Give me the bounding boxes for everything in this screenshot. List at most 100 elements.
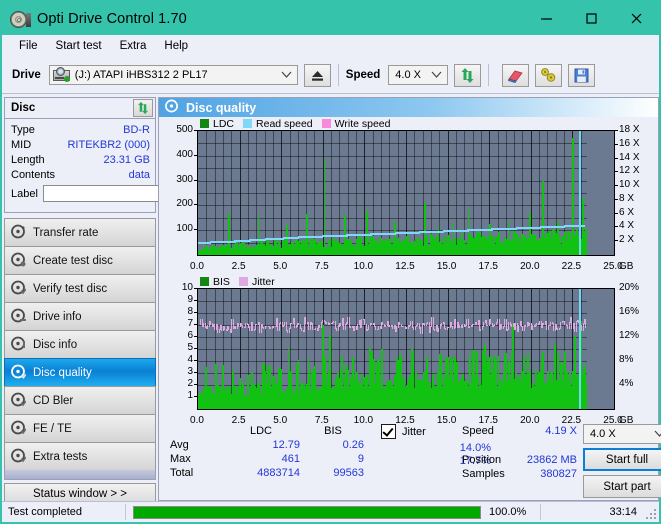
bis-spike (554, 344, 556, 409)
disc-label-key: Label (11, 187, 38, 200)
eject-button[interactable] (303, 63, 331, 87)
drive-icon (52, 67, 70, 82)
tick-mark (194, 396, 197, 397)
tools-button[interactable] (535, 63, 563, 87)
speed-stat-label: Speed (462, 425, 494, 437)
sidebar-item-disc-info[interactable]: Disc info (4, 330, 156, 358)
sidebar-item-create-test-disc[interactable]: Create test disc (4, 246, 156, 274)
toolbar: Drive (J:) ATAPI iHBS312 2 PL17 Speed 4.… (2, 57, 659, 94)
save-button[interactable] (568, 63, 596, 87)
bis-spike (369, 346, 371, 409)
disc-quality-icon (165, 99, 179, 116)
toolbar-separator-1 (337, 64, 339, 86)
maximize-button[interactable] (569, 2, 614, 35)
tick-mark (194, 204, 197, 206)
y-tick-right: 10 X (619, 179, 640, 191)
bis-spike (352, 359, 355, 409)
sidebar-item-extra-tests[interactable]: Extra tests (4, 442, 156, 470)
tick-mark (615, 171, 618, 173)
bis-spike (321, 325, 324, 409)
disc-row-value: BD-R (123, 123, 150, 136)
jitter-checkbox[interactable] (381, 424, 396, 439)
legend-label: Jitter (251, 275, 275, 288)
drive-select[interactable]: (J:) ATAPI iHBS312 2 PL17 (48, 65, 298, 85)
ldc-spike (529, 212, 531, 255)
speed-select[interactable]: 4.0 X (388, 65, 449, 85)
menu-extra[interactable]: Extra (111, 38, 156, 54)
toolbar-separator-2 (488, 64, 490, 86)
speed-stat-value: 4.19 X (545, 425, 577, 437)
position-cursor (579, 289, 582, 409)
stats-col-ldc: LDC (249, 425, 272, 437)
chevron-down-icon (281, 69, 292, 81)
y-tick-left: 500 (176, 124, 193, 135)
main-panel-header: Disc quality (159, 98, 658, 117)
y-tick-right: 6 X (619, 206, 635, 218)
table-row: Avg 12.79 0.26 (169, 438, 365, 452)
disc-fete-icon (11, 420, 27, 438)
sidebar-item-fe-te[interactable]: FE / TE (4, 414, 156, 442)
bis-spike (307, 358, 310, 409)
bis-spike (297, 359, 300, 409)
legend-label: LDC (213, 117, 235, 130)
bis-jitter-chart-legend: BIS Jitter (159, 275, 658, 288)
tick-mark (194, 300, 197, 301)
status-bar: Test completed 100.0% 33:14 (2, 501, 659, 522)
tick-mark (615, 185, 618, 187)
gridline-h (198, 217, 614, 219)
elapsed-time: 33:14 (609, 506, 637, 518)
tick-mark (194, 324, 197, 325)
bis-spike (574, 335, 576, 409)
ldc-spike (572, 138, 574, 255)
bis-spike (484, 344, 486, 409)
no-data-region (587, 131, 614, 255)
stats-panel: LDC BIS Avg 12.79 0.26 Max 461 9 Total 4… (159, 422, 661, 500)
disc-row-key: Contents (11, 168, 56, 181)
resize-grip-icon (644, 507, 656, 519)
statusbar-separator-2 (540, 504, 541, 520)
start-part-button[interactable]: Start part (583, 475, 661, 498)
window-title: Opti Drive Control 1.70 (37, 10, 187, 27)
y-tick-left: 1 (187, 390, 193, 401)
bis-spike (540, 357, 543, 409)
disc-transfer-icon (11, 224, 26, 242)
disc-quality-icon (11, 364, 27, 382)
gridline-h (198, 205, 614, 207)
legend-swatch (200, 277, 209, 286)
sidebar-item-verify-test-disc[interactable]: Verify test disc (4, 274, 156, 302)
menu-file[interactable]: File (10, 38, 47, 54)
x-tick: 20.0 (520, 261, 540, 272)
disc-bler-icon (11, 392, 27, 410)
legend-label: Read speed (256, 117, 313, 130)
legend-label: Write speed (334, 117, 391, 130)
legend-swatch (238, 277, 248, 286)
stats-col-bis: BIS (324, 425, 342, 437)
gridline-h (198, 143, 614, 145)
y-tick-left: 7 (187, 318, 193, 329)
sidebar-item-cd-bler[interactable]: CD Bler (4, 386, 156, 414)
close-button[interactable] (614, 2, 659, 35)
minimize-button[interactable] (524, 2, 569, 35)
sidebar-item-drive-info[interactable]: Drive info (4, 302, 156, 330)
disc-refresh-button[interactable] (133, 99, 153, 117)
sidebar-item-disc-quality[interactable]: Disc quality (4, 358, 156, 386)
bis-spike (454, 358, 456, 409)
menu-start-test[interactable]: Start test (47, 38, 111, 54)
disc-extra-icon (11, 448, 27, 466)
tick-mark (615, 157, 618, 159)
drive-label: Drive (12, 69, 41, 81)
erase-button[interactable] (502, 63, 530, 87)
y-tick-left: 3 (187, 366, 193, 377)
statusbar-separator-1 (125, 504, 126, 520)
tick-mark (194, 312, 197, 313)
bis-spike (314, 365, 317, 409)
sidebar-item-label: Transfer rate (33, 226, 99, 239)
test-speed-select[interactable]: 4.0 X (583, 424, 661, 444)
disc-row-length: Length 23.31 GB (11, 152, 150, 167)
chevron-down-icon (431, 69, 442, 81)
stats-max-ldc: 461 (281, 453, 300, 465)
sidebar-item-transfer-rate[interactable]: Transfer rate (4, 218, 156, 246)
refresh-button[interactable] (454, 63, 482, 87)
menu-help[interactable]: Help (155, 38, 197, 54)
start-full-button[interactable]: Start full (583, 448, 661, 471)
